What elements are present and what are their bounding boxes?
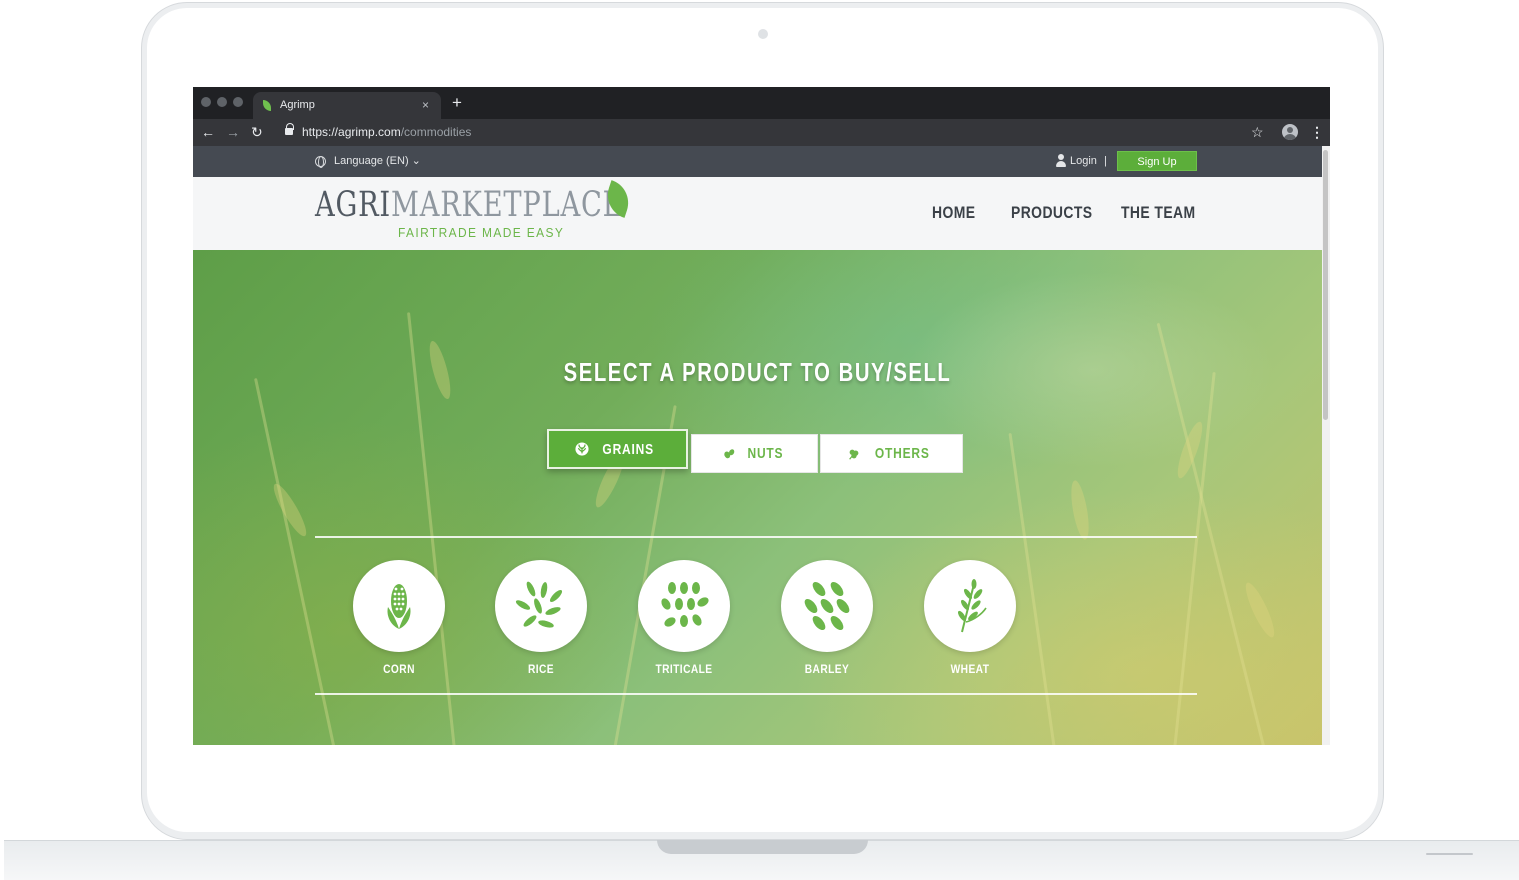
tab-title: Agrimp bbox=[280, 99, 315, 111]
category-tab-nuts[interactable]: NUTS bbox=[691, 434, 818, 473]
signup-button[interactable]: Sign Up bbox=[1117, 151, 1197, 171]
browser-toolbar: ← → ↻ https://agrimp.com/commodities ☆ ⋮ bbox=[193, 119, 1330, 146]
category-label-others: OTHERS bbox=[874, 445, 930, 462]
product-label-barley: BARLEY bbox=[804, 662, 850, 676]
wheat-icon bbox=[957, 579, 987, 633]
divider-top bbox=[315, 536, 1197, 538]
page-scrollbar[interactable] bbox=[1322, 146, 1330, 745]
product-icon-circle bbox=[495, 560, 587, 652]
logo-primary: AGRI bbox=[315, 185, 391, 225]
user-icon bbox=[1056, 154, 1066, 168]
tab-close-icon[interactable]: × bbox=[422, 92, 429, 119]
lock-icon bbox=[285, 123, 294, 135]
product-icon-circle bbox=[638, 560, 730, 652]
browser-menu-icon[interactable]: ⋮ bbox=[1310, 123, 1324, 141]
laptop-base-groove bbox=[1426, 853, 1473, 855]
logo-secondary: MARKETPLACE bbox=[390, 185, 624, 225]
url-host: https://agrimp.com bbox=[302, 125, 401, 139]
hero-section: SELECT A PRODUCT TO BUY/SELL GRAINS NUTS… bbox=[193, 250, 1322, 745]
site-logo[interactable]: AGRIMARKETPLACE bbox=[315, 185, 623, 225]
category-tab-others[interactable]: OTHERS bbox=[820, 434, 963, 473]
product-label-wheat: WHEAT bbox=[950, 662, 990, 676]
product-barley[interactable]: BARLEY bbox=[781, 560, 873, 676]
nav-the-team[interactable]: THE TEAM bbox=[1121, 203, 1196, 223]
product-label-rice: RICE bbox=[527, 662, 555, 676]
product-icon-circle bbox=[924, 560, 1016, 652]
chevron-down-icon: ⌄ bbox=[411, 155, 421, 167]
favicon-leaf-icon bbox=[263, 100, 271, 111]
page-viewport: Language (EN) ⌄ Login | Sign Up AGRIMARK… bbox=[193, 146, 1322, 745]
site-header: AGRIMARKETPLACE FAIRTRADE MADE EASY HOME… bbox=[193, 177, 1322, 250]
product-wheat[interactable]: WHEAT bbox=[924, 560, 1016, 676]
profile-avatar-icon[interactable] bbox=[1282, 124, 1298, 140]
bookmark-star-icon[interactable]: ☆ bbox=[1251, 123, 1264, 141]
language-selector[interactable]: Language (EN) ⌄ bbox=[334, 146, 421, 177]
hero-title: SELECT A PRODUCT TO BUY/SELL bbox=[563, 357, 952, 387]
back-icon[interactable]: ← bbox=[201, 123, 215, 141]
category-label-nuts: NUTS bbox=[747, 445, 783, 462]
url-path: /commodities bbox=[400, 125, 472, 139]
product-icon-circle bbox=[781, 560, 873, 652]
grains-icon bbox=[575, 442, 589, 456]
category-label-grains: GRAINS bbox=[602, 440, 654, 458]
window-maximize-dot[interactable] bbox=[233, 97, 243, 107]
logo-tagline: FAIRTRADE MADE EASY bbox=[398, 225, 565, 240]
rice-icon bbox=[515, 581, 563, 628]
barley-icon bbox=[803, 580, 851, 632]
window-close-dot[interactable] bbox=[201, 97, 211, 107]
nav-home[interactable]: HOME bbox=[932, 203, 975, 223]
window-minimize-dot[interactable] bbox=[217, 97, 227, 107]
nuts-icon bbox=[723, 448, 734, 458]
language-label: Language (EN) bbox=[334, 155, 409, 167]
forward-icon[interactable]: → bbox=[226, 123, 240, 141]
utility-bar: Language (EN) ⌄ Login | Sign Up bbox=[193, 146, 1322, 177]
tab-strip: Agrimp × + bbox=[193, 87, 1330, 119]
browser-window: Agrimp × + ← → ↻ https://agrimp.com/comm… bbox=[193, 87, 1330, 745]
new-tab-icon[interactable]: + bbox=[452, 93, 462, 113]
corn-icon bbox=[387, 584, 411, 629]
product-label-triticale: TRITICALE bbox=[655, 662, 713, 676]
laptop-notch bbox=[657, 840, 868, 854]
login-link[interactable]: Login bbox=[1070, 146, 1097, 177]
divider-bottom bbox=[315, 693, 1197, 695]
others-icon bbox=[848, 449, 859, 460]
product-icon-circle bbox=[353, 560, 445, 652]
camera-dot bbox=[758, 29, 768, 39]
product-label-corn: CORN bbox=[383, 662, 415, 676]
topbar-separator: | bbox=[1104, 155, 1107, 167]
triticale-icon bbox=[661, 582, 709, 627]
nav-products[interactable]: PRODUCTS bbox=[1011, 203, 1093, 223]
product-rice[interactable]: RICE bbox=[495, 560, 587, 676]
globe-icon bbox=[315, 156, 326, 168]
product-triticale[interactable]: TRITICALE bbox=[638, 560, 730, 676]
reload-icon[interactable]: ↻ bbox=[251, 123, 263, 141]
browser-tab[interactable]: Agrimp × bbox=[253, 92, 441, 119]
scrollbar-thumb[interactable] bbox=[1323, 150, 1328, 420]
category-tab-grains[interactable]: GRAINS bbox=[547, 429, 688, 469]
address-bar[interactable]: https://agrimp.com/commodities bbox=[302, 119, 471, 146]
product-corn[interactable]: CORN bbox=[353, 560, 445, 676]
